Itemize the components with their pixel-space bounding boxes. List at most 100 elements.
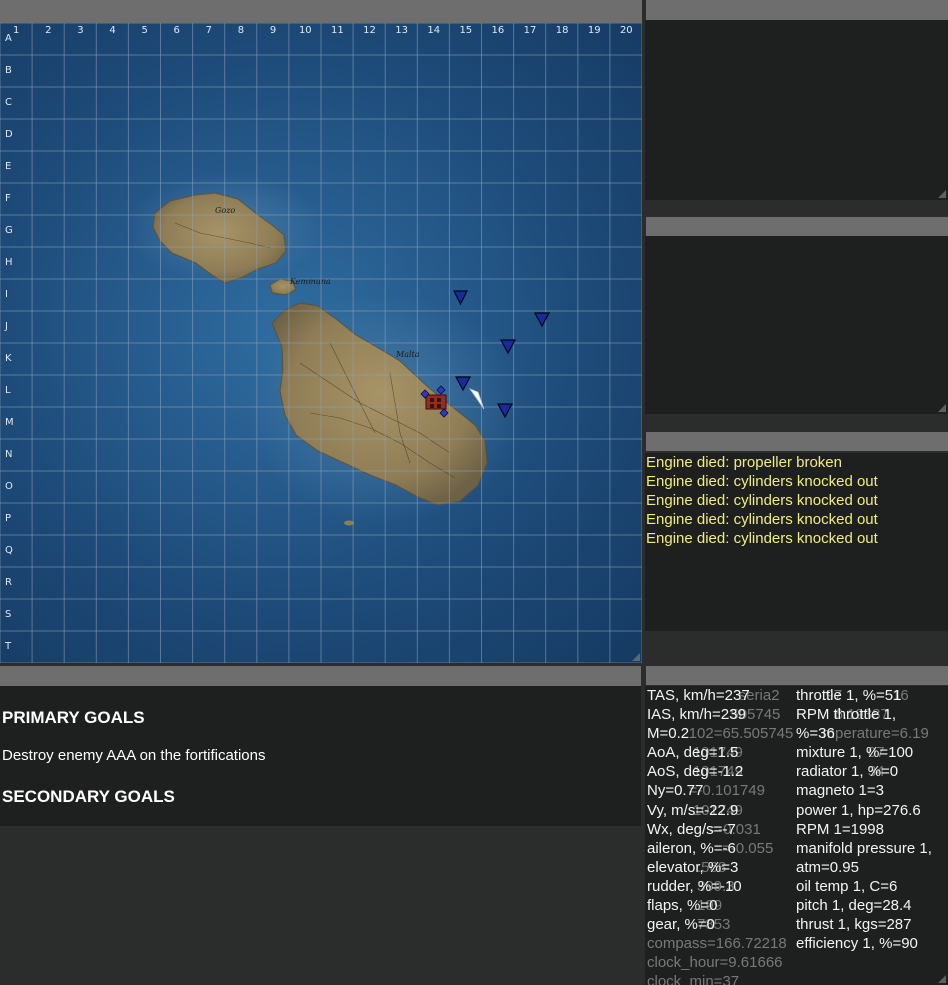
map-row-label: G	[5, 225, 13, 236]
map-row-label: N	[5, 449, 13, 460]
telemetry-engine-line: RPM throttle 1,	[796, 706, 897, 724]
map-column-label: 4	[109, 25, 116, 36]
map-row-label: Q	[5, 545, 13, 556]
telemetry-flight-line: TAS, km/h=237	[647, 687, 750, 704]
telemetry-flight-column: TAS, km/h=237 IAS, km/h=239 M=0.2 AoA, deg=…	[647, 686, 750, 934]
telemetry-flight-line: AoA, deg=1.5	[647, 744, 739, 762]
resize-grip-icon[interactable]	[938, 190, 946, 198]
telemetry-engine-column: throttle 1, %=51 RPM throttle 1, %=36 mixtu…	[796, 686, 932, 953]
telemetry-flight-line: Vy, m/s=-22.9	[647, 801, 739, 819]
map-column-label: 12	[363, 25, 376, 36]
enemy-ship-icon[interactable]	[453, 290, 468, 306]
place-label-gozo: Gozo	[215, 206, 235, 215]
map-row-label: E	[5, 161, 12, 172]
enemy-ship-icon[interactable]	[533, 312, 551, 328]
map-column-label: 10	[298, 25, 312, 36]
map-row-label: L	[5, 385, 11, 396]
resize-grip-icon[interactable]	[938, 975, 946, 983]
map-grid	[0, 23, 642, 663]
map-column-label: 1	[13, 25, 20, 36]
map-column-label: 6	[173, 25, 180, 36]
secondary-goals-heading: SECONDARY GOALS	[2, 787, 175, 806]
map-column-label: 19	[587, 25, 601, 36]
telemetry-flight-line: IAS, km/h=239	[647, 706, 746, 724]
telemetry-engine-line: RPM 1=1998	[796, 820, 884, 838]
map-row-label: A	[5, 33, 12, 44]
telemetry-flight-line: M=0.2	[647, 725, 690, 743]
map-column-label: 15	[459, 25, 473, 36]
map-row-label: K	[5, 353, 12, 364]
resize-grip-icon[interactable]	[938, 404, 946, 412]
place-label-malta: Malta	[395, 350, 420, 359]
map-column-label: 9	[269, 25, 277, 36]
island-filfla	[344, 520, 354, 526]
telemetry-flight-line: rudder, %=-10	[647, 877, 742, 895]
mission-goals-panel: PRIMARY GOALS Destroy enemy AAA on the f…	[0, 686, 641, 826]
map-window-titlebar[interactable]	[0, 0, 642, 23]
map-row-label: C	[5, 97, 12, 108]
map-column-label: 7	[205, 25, 213, 36]
map-row-label: I	[5, 289, 8, 300]
map-row-label: O	[5, 481, 13, 492]
telemetry-engine-line: radiator 1, %=0	[796, 763, 899, 781]
telemetry-engine-line: pitch 1, deg=28.4	[796, 897, 912, 915]
map-row-label: T	[5, 641, 12, 652]
telemetry-window-titlebar[interactable]	[646, 666, 948, 685]
map-canvas: Gozo Kemmuna Malta	[0, 23, 642, 663]
top-right-window-titlebar[interactable]	[646, 0, 948, 20]
map-column-label: 2	[45, 25, 52, 36]
map-column-label: 20	[619, 25, 633, 36]
map-row-label: F	[5, 193, 11, 204]
telemetry-engine-line: magneto 1=3	[796, 782, 884, 800]
map-column-label: 13	[395, 25, 408, 36]
telemetry-flight-line: flaps, %=0	[647, 897, 718, 915]
telemetry-engine-line: %=36	[796, 725, 835, 743]
telemetry-flight-line: aileron, %=-6	[647, 839, 736, 857]
log-line: Engine died: cylinders knocked out	[646, 511, 878, 528]
place-label-kemmuna: Kemmuna	[289, 277, 331, 286]
middle-right-window-titlebar[interactable]	[646, 217, 948, 236]
telemetry-panel: seria2 .97 16 .505745 6.19387 102=65.505…	[645, 686, 948, 985]
log-line: Engine died: cylinders knocked out	[646, 492, 878, 509]
telemetry-engine-line: manifold pressure 1,	[796, 839, 932, 857]
telemetry-flight-line: elevator, %=3	[647, 858, 739, 876]
map-column-label: 5	[141, 25, 148, 36]
telemetry-engine-line: power 1, hp=276.6	[796, 801, 921, 819]
telemetry-engine-line: thrust 1, kgs=287	[796, 916, 912, 934]
map-column-label: 11	[331, 25, 344, 36]
telemetry-flight-line: AoS, deg=-1.2	[647, 763, 744, 781]
map-column-label: 3	[77, 25, 84, 36]
map-view[interactable]: Gozo Kemmuna Malta 1 2 3 4 5 6 7 8 9 10 …	[0, 23, 642, 663]
telemetry-background-line: clock_min=37	[647, 973, 740, 985]
map-row-label: D	[5, 129, 13, 140]
middle-right-panel	[645, 236, 948, 414]
resize-grip-icon[interactable]	[632, 653, 640, 661]
top-right-panel	[645, 20, 948, 200]
map-column-label: 8	[237, 25, 245, 36]
telemetry-engine-line: atm=0.95	[796, 858, 859, 876]
map-row-label: H	[5, 257, 13, 268]
telemetry-engine-line: oil temp 1, C=6	[796, 877, 898, 895]
map-row-label: J	[5, 321, 8, 332]
map-row-label: R	[5, 577, 12, 588]
map-row-label: B	[5, 65, 12, 76]
log-line: Engine died: cylinders knocked out	[646, 530, 878, 547]
map-column-label: 18	[555, 25, 569, 36]
telemetry-engine-line: mixture 1, %=100	[796, 744, 914, 762]
telemetry-engine-line: throttle 1, %=51	[796, 687, 902, 704]
log-line: Engine died: cylinders knocked out	[646, 473, 878, 490]
map-column-label: 16	[491, 25, 505, 36]
log-window-titlebar[interactable]	[646, 432, 948, 451]
primary-goal-text: Destroy enemy AAA on the fortifications	[2, 747, 266, 764]
telemetry-engine-line: efficiency 1, %=90	[796, 935, 918, 953]
map-column-label: 17	[523, 25, 537, 36]
map-row-label: S	[5, 609, 12, 620]
primary-goals-heading: PRIMARY GOALS	[2, 708, 145, 727]
log-line: Engine died: propeller broken	[646, 454, 842, 471]
map-row-label: M	[5, 417, 14, 428]
event-log-panel: Engine died: propeller broken Engine die…	[645, 453, 948, 631]
log-window-footer-bar	[646, 631, 948, 651]
goals-window-titlebar[interactable]	[0, 666, 641, 686]
map-column-label: 14	[427, 25, 441, 36]
telemetry-background-line: clock_hour=9.61666	[647, 954, 783, 972]
